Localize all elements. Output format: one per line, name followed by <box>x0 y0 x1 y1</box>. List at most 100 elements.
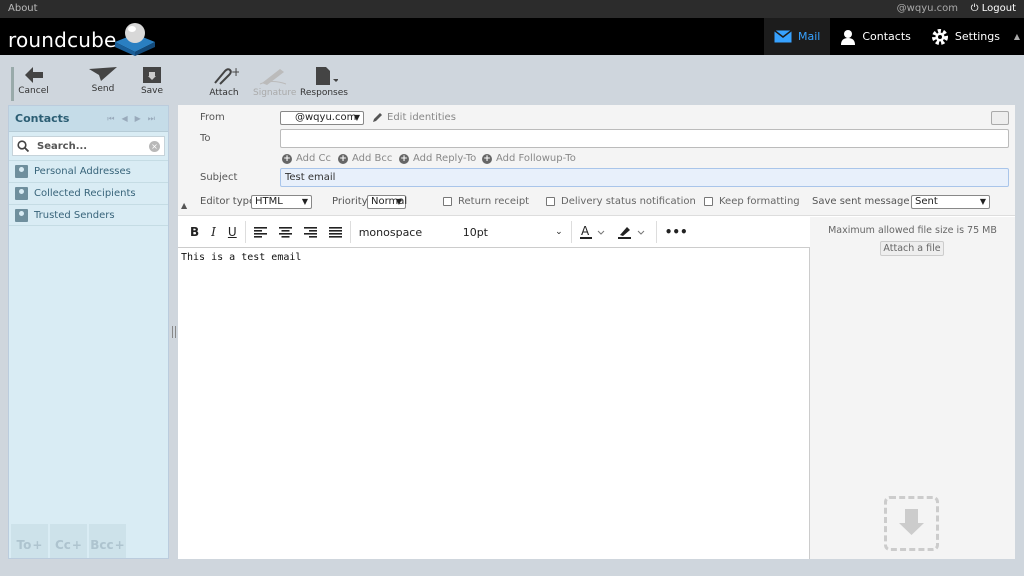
addressbook-trusted[interactable]: Trusted Senders <box>9 204 168 226</box>
popout-window-icon[interactable] <box>991 111 1009 125</box>
arrow-left-icon <box>24 67 43 83</box>
drop-zone[interactable] <box>884 496 939 551</box>
header-caret-icon[interactable]: ▲ <box>1014 32 1020 41</box>
task-contacts[interactable]: Contacts <box>830 18 921 55</box>
addressbook-label: Trusted Senders <box>34 209 115 221</box>
italic-button[interactable]: I <box>205 217 222 248</box>
align-center-button[interactable] <box>273 217 298 248</box>
logo-text: roundcube <box>8 28 117 52</box>
toolbar-divider <box>655 221 657 243</box>
text-color-icon: A <box>579 225 605 239</box>
addressbook-label: Personal Addresses <box>34 166 131 177</box>
power-icon: ⏻ <box>970 3 979 14</box>
priority-select[interactable]: Normal ▼ <box>367 195 407 209</box>
chevron-down-icon: ▼ <box>353 113 360 122</box>
about-link[interactable]: About <box>8 3 38 14</box>
contacts-panel: Contacts ⏮◀▶⏭ Search... × Personal Addre… <box>8 105 169 559</box>
add-cc-link[interactable]: + Add Cc <box>282 153 331 164</box>
highlight-color-button[interactable] <box>612 217 654 248</box>
attach-button[interactable]: + Attach <box>204 67 244 98</box>
more-options-button[interactable]: ••• <box>659 217 694 248</box>
svg-text:+: + <box>231 67 239 79</box>
checkbox-icon <box>704 197 713 206</box>
save-label: Save <box>140 86 164 96</box>
add-to-button[interactable]: To + <box>11 524 48 558</box>
pagination-arrows-icon[interactable]: ⏮◀▶⏭ <box>107 114 162 124</box>
plus-icon: + <box>282 153 292 164</box>
toolbar-divider <box>570 221 572 243</box>
add-to-label: To <box>16 538 32 552</box>
header: roundcube Mail Contacts Settings ▲ <box>0 18 1024 56</box>
add-replyto-label: Add Reply-To <box>413 153 477 164</box>
add-replyto-link[interactable]: + Add Reply-To <box>399 153 476 164</box>
mail-icon <box>774 30 792 43</box>
add-followupto-label: Add Followup-To <box>496 153 576 164</box>
toolbar-divider <box>349 221 351 243</box>
save-sent-value: Sent <box>915 196 938 207</box>
addressbook-personal[interactable]: Personal Addresses <box>9 160 168 182</box>
addressbook-icon <box>15 187 28 200</box>
attach-file-button[interactable]: Attach a file <box>880 241 944 256</box>
username: @wqyu.com <box>896 3 958 14</box>
save-sent-label: Save sent message in <box>812 196 922 207</box>
text-color-button[interactable]: A <box>574 217 612 248</box>
document-icon <box>316 67 338 85</box>
font-size-select[interactable]: 10pt ⌄ <box>457 217 569 248</box>
add-bcc-link-label: Add Bcc <box>352 153 393 164</box>
checkbox-icon <box>443 197 452 206</box>
logout-label: Logout <box>981 3 1016 14</box>
add-cc-button[interactable]: Cc + <box>50 524 87 558</box>
add-followupto-link[interactable]: + Add Followup-To <box>482 153 576 164</box>
message-body[interactable]: This is a test email <box>178 248 810 559</box>
pencil-icon <box>373 113 382 122</box>
cancel-button[interactable]: Cancel <box>11 67 51 101</box>
return-receipt-label: Return receipt <box>458 196 530 207</box>
addressbook-collected[interactable]: Collected Recipients <box>9 182 168 204</box>
to-label: To <box>200 133 211 144</box>
logout-link[interactable]: ⏻ Logout <box>971 3 1016 14</box>
send-button[interactable]: Send <box>83 67 123 94</box>
add-bcc-label: Bcc <box>90 538 114 552</box>
collapse-headers-icon[interactable]: ▲ <box>181 201 187 210</box>
panel-splitter[interactable] <box>172 326 176 338</box>
to-input[interactable] <box>280 129 1009 148</box>
gear-icon <box>931 28 948 45</box>
chevron-down-icon: ⌄ <box>555 227 563 237</box>
contacts-search[interactable]: Search... × <box>12 136 165 156</box>
signature-button[interactable]: Signature <box>253 67 296 98</box>
editor-type-label: Editor type <box>200 196 256 207</box>
align-justify-button[interactable] <box>323 217 348 248</box>
task-settings[interactable]: Settings <box>921 18 1010 55</box>
max-size-text: Maximum allowed file size is 75 MB <box>828 225 997 236</box>
underline-button[interactable]: U <box>222 217 243 248</box>
dsn-checkbox[interactable]: Delivery status notification <box>546 196 696 207</box>
compose-area: From @wqyu.com ▼ Edit identities To + Add … <box>178 105 1015 559</box>
bold-button[interactable]: B <box>178 217 205 248</box>
task-mail[interactable]: Mail <box>764 18 831 55</box>
align-center-icon <box>278 226 292 238</box>
contacts-search-input[interactable]: Search... <box>37 141 141 152</box>
person-icon <box>841 29 856 45</box>
task-contacts-label: Contacts <box>862 30 911 43</box>
add-bcc-link[interactable]: + Add Bcc <box>338 153 392 164</box>
align-left-icon <box>253 226 267 238</box>
align-justify-icon <box>328 226 342 238</box>
add-bcc-button[interactable]: Bcc + <box>89 524 126 558</box>
attach-label: Attach <box>209 88 239 98</box>
save-sent-select[interactable]: Sent ▼ <box>911 195 990 209</box>
keep-formatting-checkbox[interactable]: Keep formatting <box>704 196 800 207</box>
clear-search-icon[interactable]: × <box>149 140 160 152</box>
dsn-label: Delivery status notification <box>561 196 696 207</box>
align-right-button[interactable] <box>298 217 323 248</box>
edit-identities-link[interactable]: Edit identities <box>372 112 456 123</box>
from-select[interactable]: @wqyu.com ▼ <box>280 111 364 125</box>
responses-button[interactable]: Responses <box>300 67 348 98</box>
return-receipt-checkbox[interactable]: Return receipt <box>443 196 529 207</box>
subject-label: Subject <box>200 172 238 183</box>
editor-type-select[interactable]: HTML ▼ <box>251 195 312 209</box>
align-left-button[interactable] <box>248 217 273 248</box>
subject-input[interactable]: Test email <box>280 168 1009 187</box>
save-button[interactable]: Save <box>132 67 172 96</box>
font-family-select[interactable]: monospace <box>353 217 457 248</box>
contacts-title: Contacts <box>15 112 70 125</box>
